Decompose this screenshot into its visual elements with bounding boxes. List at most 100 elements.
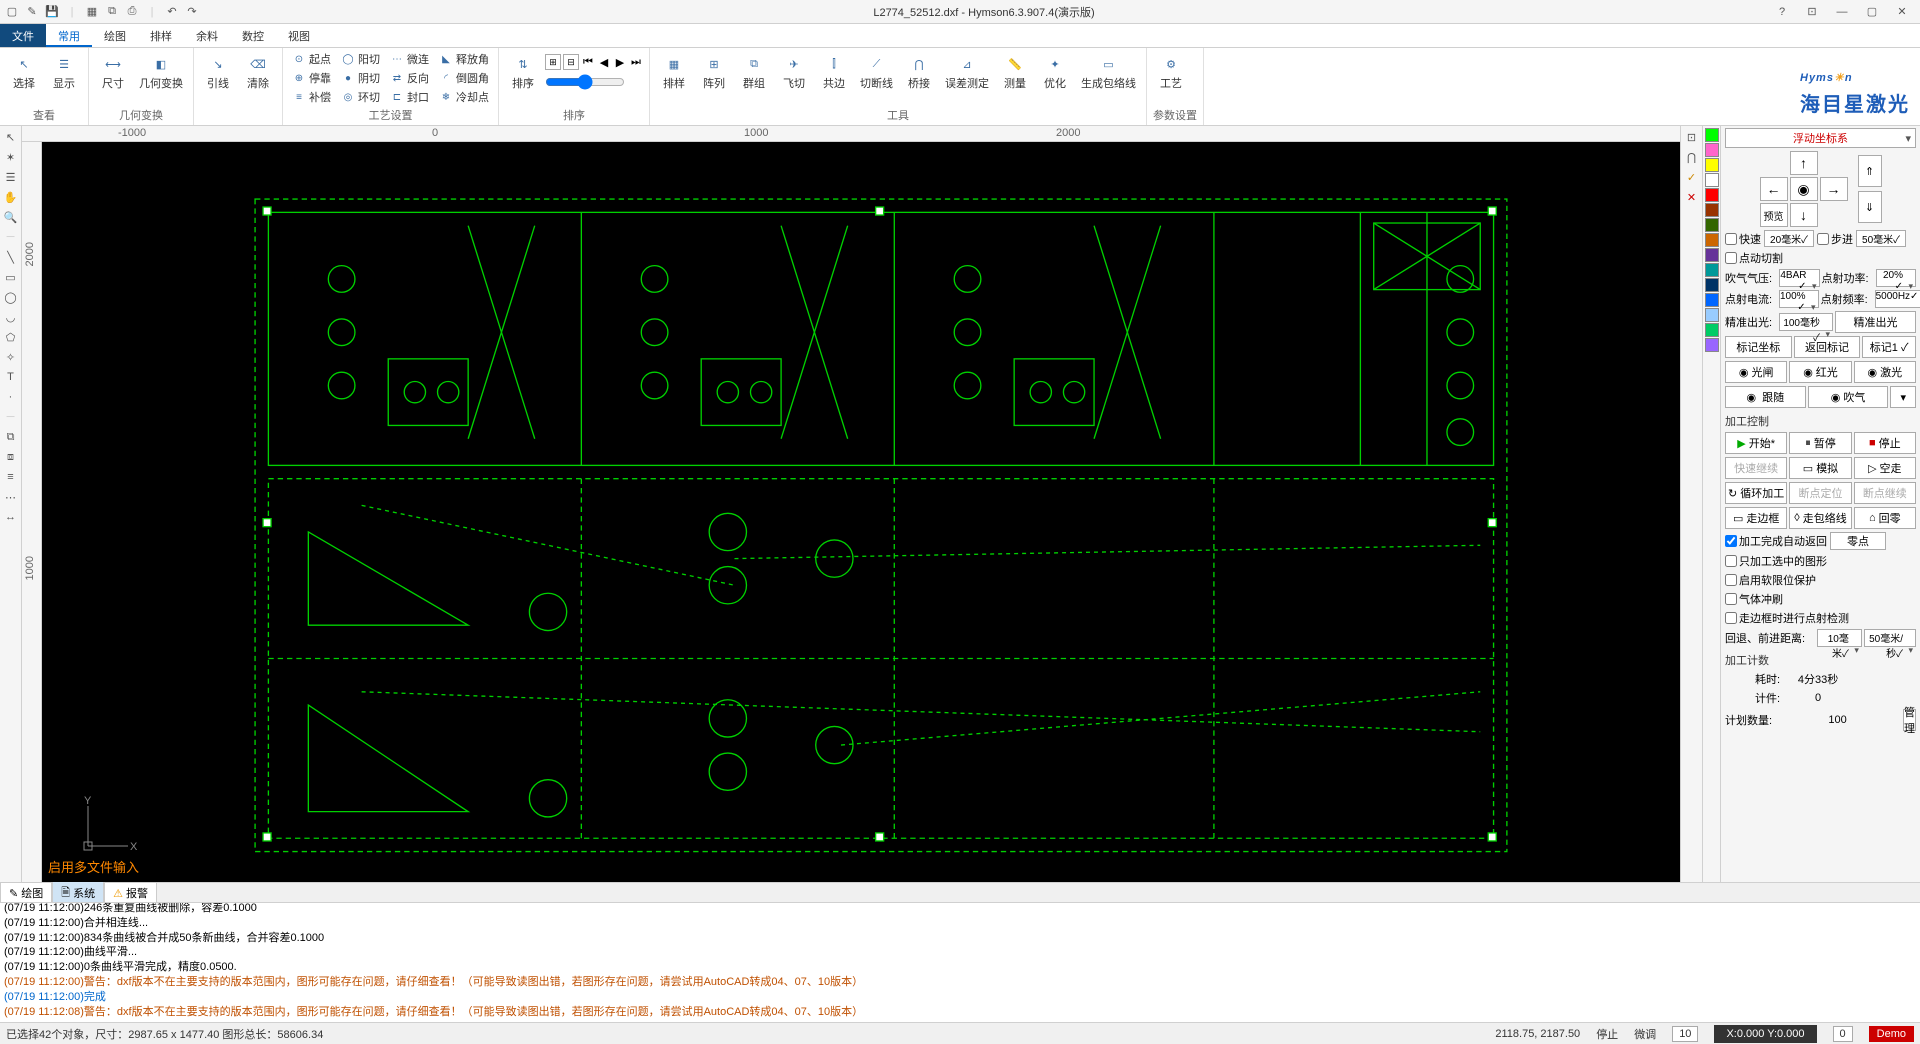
fast-value[interactable]: 20毫米✓ <box>1764 230 1814 247</box>
tool-more-icon[interactable]: ⋯ <box>2 488 20 506</box>
snap-cross-icon[interactable]: ✕ <box>1683 188 1701 206</box>
manage-button[interactable]: 管理 <box>1903 709 1916 731</box>
cutline-button[interactable]: ⟋切断线 <box>856 50 897 92</box>
tool-ungroup-icon[interactable]: ⧈ <box>2 448 20 466</box>
measure-button[interactable]: 📏测量 <box>997 50 1033 92</box>
layers-icon[interactable]: ⧉ <box>104 4 120 20</box>
layer-swatch-6[interactable] <box>1705 218 1719 232</box>
sortmode2-icon[interactable]: ⊟ <box>563 54 579 70</box>
bridge-button[interactable]: ⋂桥接 <box>901 50 937 92</box>
home-button[interactable]: ⌂回零 <box>1854 507 1916 529</box>
flycut-button[interactable]: ✈飞切 <box>776 50 812 92</box>
mark-select[interactable]: 标记1 ✓ <box>1862 336 1916 358</box>
layer-swatch-14[interactable] <box>1705 338 1719 352</box>
geotransform-button[interactable]: ◧几何变换 <box>135 50 187 92</box>
tab-view[interactable]: 视图 <box>276 24 322 47</box>
prev-icon[interactable]: ◀ <box>597 54 611 70</box>
help-icon[interactable]: ? <box>1768 2 1796 22</box>
sortmode1-icon[interactable]: ⊞ <box>545 54 561 70</box>
tool-dimension-icon[interactable]: ↔ <box>2 508 20 526</box>
tool-zoom-icon[interactable]: 🔍 <box>2 208 20 226</box>
fine-value[interactable]: 10 <box>1672 1026 1698 1042</box>
shutter-button[interactable]: ◉光闸 <box>1725 361 1787 383</box>
shot-freq-input[interactable]: 5000Hz✓ <box>1875 290 1920 308</box>
jog-up-button[interactable]: ↑ <box>1790 151 1818 175</box>
blow-dropdown[interactable]: ▾ <box>1890 386 1916 408</box>
layer-swatch-7[interactable] <box>1705 233 1719 247</box>
layer-swatch-10[interactable] <box>1705 278 1719 292</box>
layer-swatch-5[interactable] <box>1705 203 1719 217</box>
btab-draw[interactable]: ✎绘图 <box>0 882 52 903</box>
tool-point-icon[interactable]: · <box>2 388 20 406</box>
layer-swatch-2[interactable] <box>1705 158 1719 172</box>
layer-swatch-13[interactable] <box>1705 323 1719 337</box>
nest-button[interactable]: ▦排样 <box>656 50 692 92</box>
preview-button[interactable]: 预览 <box>1760 203 1788 227</box>
multifile-hint[interactable]: 启用多文件输入 <box>48 857 139 876</box>
first-icon[interactable]: ⏮ <box>581 54 595 70</box>
group-button[interactable]: ⧉群组 <box>736 50 772 92</box>
layer-swatch-3[interactable] <box>1705 173 1719 187</box>
fast-checkbox[interactable]: 快速 <box>1725 231 1761 247</box>
last-icon[interactable]: ⏭ <box>629 54 643 70</box>
snap-mid-icon[interactable]: ⋂ <box>1683 148 1701 166</box>
simulate-button[interactable]: ▭模拟 <box>1789 457 1851 479</box>
coolpt-button[interactable]: ❄冷却点 <box>436 88 492 106</box>
tool-node-icon[interactable]: ✶ <box>2 148 20 166</box>
seal-button[interactable]: ⊏封口 <box>387 88 432 106</box>
step-value[interactable]: 50毫米✓ <box>1856 230 1906 247</box>
redo-icon[interactable]: ↷ <box>184 4 200 20</box>
panes-icon[interactable]: ▦ <box>84 4 100 20</box>
snap-endpoint-icon[interactable]: ⊡ <box>1683 128 1701 146</box>
resume-button[interactable]: 快速继续 <box>1725 457 1787 479</box>
tool-pan-icon[interactable]: ✋ <box>2 188 20 206</box>
soft-limit-checkbox[interactable]: 启用软限位保护 <box>1725 572 1916 588</box>
panel-restore-icon[interactable]: ⊡ <box>1798 2 1826 22</box>
z-down-button[interactable]: ⇓ <box>1858 191 1882 223</box>
loop-button[interactable]: ↻循环加工 <box>1725 482 1787 504</box>
frame-shot-checkbox[interactable]: 走边框时进行点射检测 <box>1725 610 1916 626</box>
tool-star-icon[interactable]: ✧ <box>2 348 20 366</box>
release-button[interactable]: ◣释放角 <box>436 50 492 68</box>
shot-current-input[interactable]: 100% ✓ <box>1779 290 1819 308</box>
close-icon[interactable]: ✕ <box>1888 2 1916 22</box>
only-selected-checkbox[interactable]: 只加工选中的图形 <box>1725 553 1916 569</box>
snap-center-icon[interactable]: ✓ <box>1683 168 1701 186</box>
log-panel[interactable]: (07/19 11:12:00)去除重复线(07/19 11:12:00)246… <box>0 902 1920 1022</box>
layer-swatch-1[interactable] <box>1705 143 1719 157</box>
inner-cut-button[interactable]: ●阴切 <box>338 69 383 87</box>
envelope-run-button[interactable]: ◊走包络线 <box>1789 507 1851 529</box>
microjoint-button[interactable]: ⋯微连 <box>387 50 432 68</box>
shot-power-input[interactable]: 20% ✓ <box>1876 269 1917 287</box>
tool-rect-icon[interactable]: ▭ <box>2 268 20 286</box>
laser-button[interactable]: ◉激光 <box>1854 361 1916 383</box>
tab-cnc[interactable]: 数控 <box>230 24 276 47</box>
next-icon[interactable]: ▶ <box>613 54 627 70</box>
mark-coord-button[interactable]: 标记坐标 <box>1725 336 1792 358</box>
step-checkbox[interactable]: 步进 <box>1817 231 1853 247</box>
layer-swatch-9[interactable] <box>1705 263 1719 277</box>
save-icon[interactable]: 💾 <box>44 4 60 20</box>
outer-cut-button[interactable]: ◯阳切 <box>338 50 383 68</box>
gas-flush-checkbox[interactable]: 气体冲刷 <box>1725 591 1916 607</box>
z-up-button[interactable]: ⇑ <box>1858 155 1882 187</box>
optimize-button[interactable]: ✦优化 <box>1037 50 1073 92</box>
bp-locate-button[interactable]: 断点定位 <box>1789 482 1851 504</box>
gas-pressure-input[interactable]: 4BAR ✓ <box>1779 269 1820 287</box>
drawing-canvas[interactable]: YX 启用多文件输入 <box>42 142 1680 882</box>
tab-remnant[interactable]: 余料 <box>184 24 230 47</box>
auto-return-checkbox[interactable]: 加工完成自动返回 <box>1725 533 1827 549</box>
tool-align-icon[interactable]: ≡ <box>2 468 20 486</box>
sort-button[interactable]: ⇅排序 <box>505 50 541 92</box>
dock-button[interactable]: ⊕停靠 <box>289 69 334 87</box>
display-button[interactable]: ☰显示 <box>46 50 82 92</box>
btab-alarm[interactable]: ⚠报警 <box>104 882 157 903</box>
tab-draw[interactable]: 绘图 <box>92 24 138 47</box>
precise-shot-button[interactable]: 精准出光 <box>1835 311 1916 333</box>
size-button[interactable]: ⟷尺寸 <box>95 50 131 92</box>
minimize-icon[interactable]: — <box>1828 2 1856 22</box>
reverse-button[interactable]: ⇄反向 <box>387 69 432 87</box>
btab-system[interactable]: 🗎系统 <box>52 881 104 905</box>
lead-button[interactable]: ↘引线 <box>200 50 236 92</box>
envelope-button[interactable]: ▭生成包络线 <box>1077 50 1140 92</box>
